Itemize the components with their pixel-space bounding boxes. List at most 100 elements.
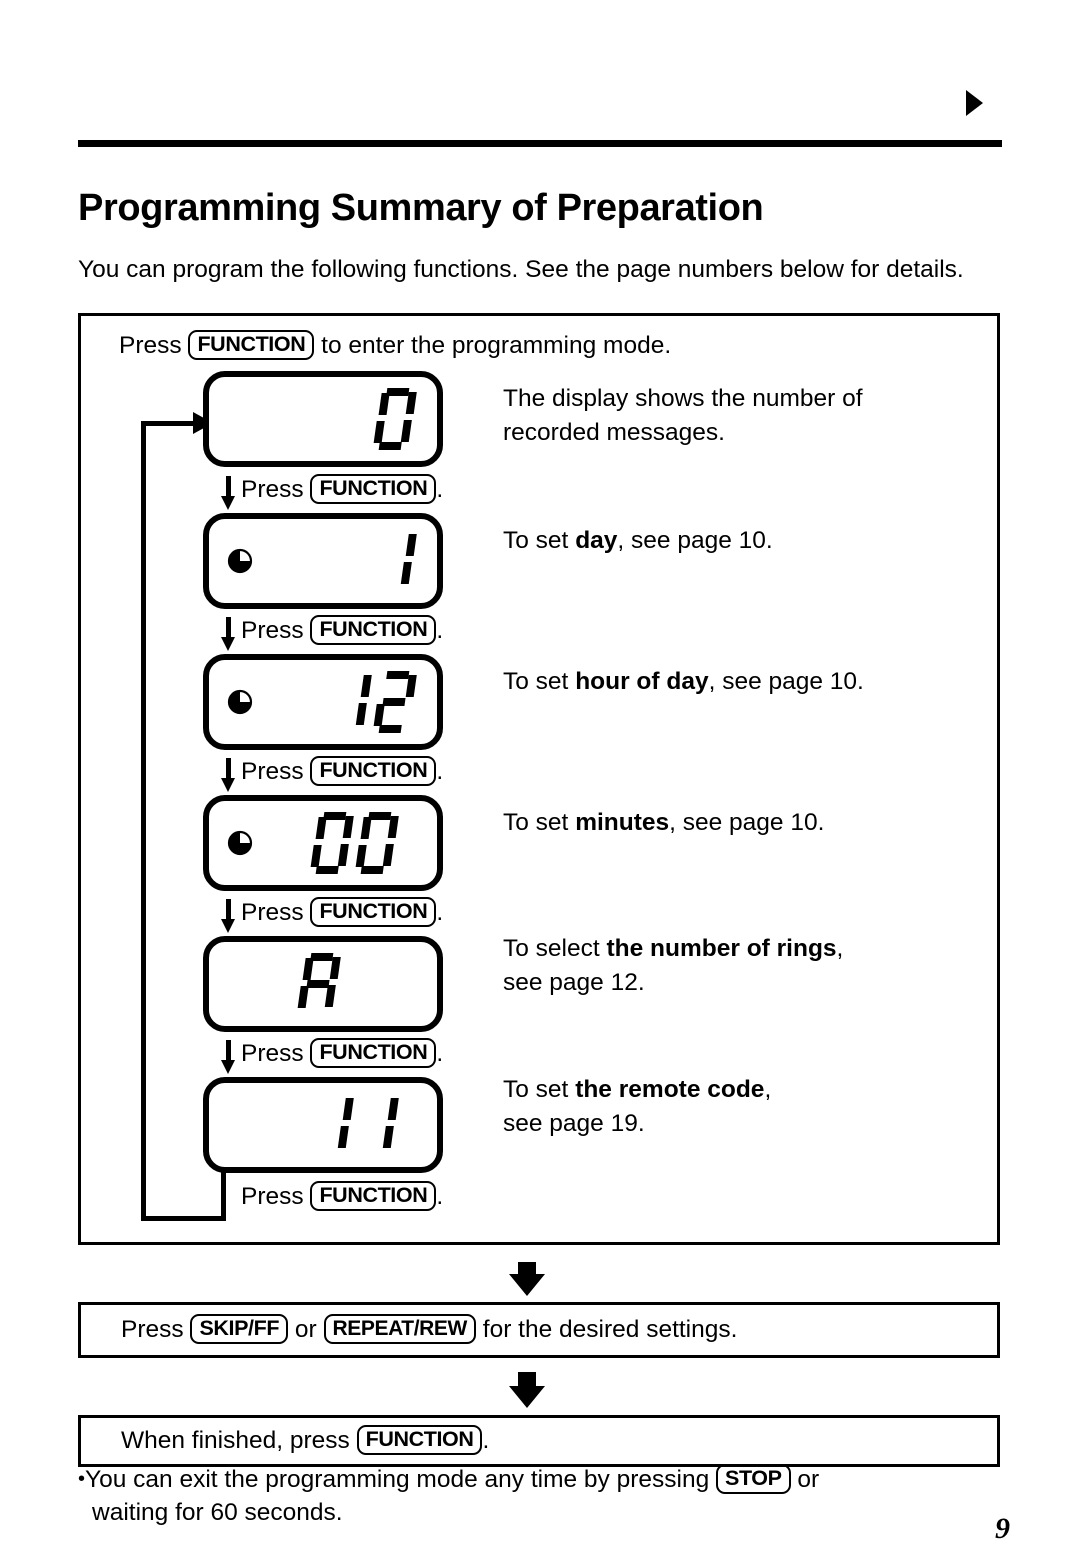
description-step-1: The display shows the number of recorded…	[503, 382, 963, 450]
note-line1-before: You can exit the programming mode any ti…	[85, 1466, 710, 1493]
description-line2: see page 19.	[503, 1110, 645, 1137]
description-suffix: , see page 10.	[617, 527, 773, 554]
lcd-display-step-4	[203, 795, 443, 891]
description-step-4: To set minutes, see page 10.	[503, 806, 963, 840]
function-key-badge[interactable]: FUNCTION	[188, 330, 315, 360]
lcd-display-step-6	[203, 1077, 443, 1173]
description-suffix: , see page 10.	[708, 668, 864, 695]
loop-path-horizontal-bottom	[141, 1216, 226, 1221]
description-prefix: To select	[503, 935, 607, 962]
lcd-digits-step-5	[297, 953, 341, 1015]
press-function-row-1: Press FUNCTION.	[241, 474, 443, 506]
lcd-display-step-2	[203, 513, 443, 609]
seven-segment-digit	[328, 671, 372, 733]
function-key-badge[interactable]: FUNCTION	[310, 1181, 437, 1211]
settings-before-label: Press	[121, 1316, 184, 1343]
repeat-rew-key-badge[interactable]: REPEAT/REW	[323, 1314, 476, 1344]
description-step-5: To select the number of rings, see page …	[503, 932, 943, 1000]
press-function-row-5: Press FUNCTION.	[241, 1038, 443, 1070]
seven-segment-digit	[355, 1094, 399, 1156]
description-step-1-line2: recorded messages.	[503, 419, 725, 446]
footer-note: •You can exit the programming mode any t…	[78, 1463, 1008, 1529]
description-step-2: To set day, see page 10.	[503, 524, 963, 558]
intro-paragraph: You can program the following functions.…	[78, 255, 964, 283]
seven-segment-digit	[310, 812, 354, 874]
lcd-display-step-3	[203, 654, 443, 750]
seven-segment-digit	[355, 812, 399, 874]
lcd-digits-step-2	[377, 530, 417, 592]
description-bold: hour of day	[575, 668, 709, 695]
press-period: .	[436, 758, 444, 785]
press-label: Press	[241, 758, 304, 785]
lcd-digits-step-3	[332, 671, 417, 733]
description-prefix: To set	[503, 809, 576, 836]
bullet-icon: •	[78, 1468, 86, 1490]
press-function-row-6: Press FUNCTION.	[241, 1181, 443, 1213]
lcd-digits-step-6	[314, 1094, 399, 1156]
press-period: .	[436, 476, 444, 503]
function-key-badge[interactable]: FUNCTION	[310, 474, 437, 504]
seven-segment-digit	[373, 530, 417, 592]
description-line2: see page 12.	[503, 969, 645, 996]
clock-icon	[227, 830, 253, 856]
finish-instruction-text: When finished, press FUNCTION.	[121, 1425, 489, 1457]
clock-icon	[227, 548, 253, 574]
settings-after-label: for the desired settings.	[482, 1316, 738, 1343]
function-key-badge[interactable]: FUNCTION	[310, 897, 437, 927]
header-rule	[78, 140, 1002, 147]
press-label: Press	[241, 899, 304, 926]
page-number: 9	[995, 1512, 1010, 1545]
note-line2: waiting for 60 seconds.	[92, 1499, 343, 1526]
description-prefix: To set	[503, 1076, 576, 1103]
description-prefix: To set	[503, 668, 576, 695]
description-step-6: To set the remote code, see page 19.	[503, 1073, 943, 1141]
finish-after-label: .	[482, 1427, 490, 1454]
programming-flow-frame: Press FUNCTION to enter the programming …	[78, 313, 1000, 1245]
press-period: .	[436, 617, 444, 644]
press-label: Press	[241, 617, 304, 644]
clock-icon	[227, 689, 253, 715]
description-prefix: To set	[503, 527, 576, 554]
skip-ff-key-badge[interactable]: SKIP/FF	[190, 1314, 289, 1344]
function-key-badge[interactable]: FUNCTION	[310, 756, 437, 786]
press-period: .	[436, 1040, 444, 1067]
description-bold: the remote code	[575, 1076, 765, 1103]
finish-before-label: When finished, press	[121, 1427, 350, 1454]
press-period: .	[436, 1183, 444, 1210]
function-key-badge[interactable]: FUNCTION	[310, 615, 437, 645]
page-title: Programming Summary of Preparation	[78, 187, 764, 230]
loop-path-vertical-left	[141, 421, 146, 1221]
press-function-row-2: Press FUNCTION.	[241, 615, 443, 647]
seven-segment-digit	[373, 671, 417, 733]
flow-intro-line: Press FUNCTION to enter the programming …	[119, 330, 671, 362]
press-label: Press	[241, 1040, 304, 1067]
press-period: .	[436, 899, 444, 926]
description-step-1-line1: The display shows the number of	[503, 385, 863, 412]
settings-middle-label: or	[294, 1316, 317, 1343]
settings-instruction-text: Press SKIP/FF or REPEAT/REW for the desi…	[121, 1314, 737, 1346]
press-function-row-3: Press FUNCTION.	[241, 756, 443, 788]
note-line1-after: or	[797, 1466, 820, 1493]
lcd-display-step-5	[203, 936, 443, 1032]
flow-intro-after: to enter the programming mode.	[321, 332, 672, 359]
seven-segment-digit	[310, 1094, 354, 1156]
lcd-digits-step-1	[373, 388, 417, 450]
lcd-digits-step-4	[310, 812, 399, 874]
flow-intro-before: Press	[119, 332, 182, 359]
stop-key-badge[interactable]: STOP	[716, 1464, 791, 1494]
description-bold: minutes	[575, 809, 670, 836]
seven-segment-digit	[373, 388, 417, 450]
settings-instruction-box: Press SKIP/FF or REPEAT/REW for the desi…	[78, 1302, 1000, 1358]
description-suffix: , see page 10.	[669, 809, 825, 836]
function-key-badge[interactable]: FUNCTION	[356, 1425, 483, 1455]
press-function-row-4: Press FUNCTION.	[241, 897, 443, 929]
function-key-badge[interactable]: FUNCTION	[310, 1038, 437, 1068]
page-corner-marker-icon	[966, 90, 983, 116]
seven-segment-digit	[297, 953, 341, 1015]
description-suffix: ,	[836, 935, 844, 962]
finish-instruction-box: When finished, press FUNCTION.	[78, 1415, 1000, 1467]
description-step-3: To set hour of day, see page 10.	[503, 665, 973, 699]
description-suffix: ,	[764, 1076, 772, 1103]
press-label: Press	[241, 476, 304, 503]
description-bold: the number of rings	[606, 935, 837, 962]
